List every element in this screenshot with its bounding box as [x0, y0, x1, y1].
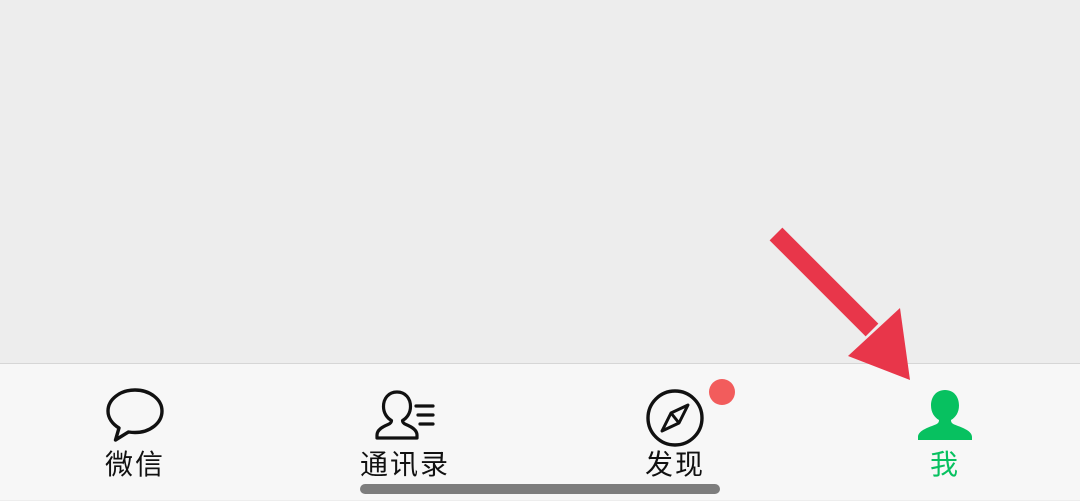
tab-contacts[interactable]: 通讯录: [270, 364, 540, 501]
tab-chats-label: 微信: [104, 448, 165, 481]
contacts-icon: [373, 384, 437, 448]
tab-chats[interactable]: 微信: [0, 364, 270, 501]
home-indicator[interactable]: [360, 484, 720, 494]
tab-me-label: 我: [929, 448, 960, 481]
compass-icon: [643, 384, 707, 448]
tab-discover-label: 发现: [644, 448, 705, 481]
chat-bubble-icon: [103, 384, 167, 448]
annotation-arrow-icon: [760, 220, 930, 390]
person-icon: [913, 384, 977, 448]
discover-badge-dot: [709, 379, 735, 405]
tab-contacts-label: 通讯录: [359, 448, 450, 481]
